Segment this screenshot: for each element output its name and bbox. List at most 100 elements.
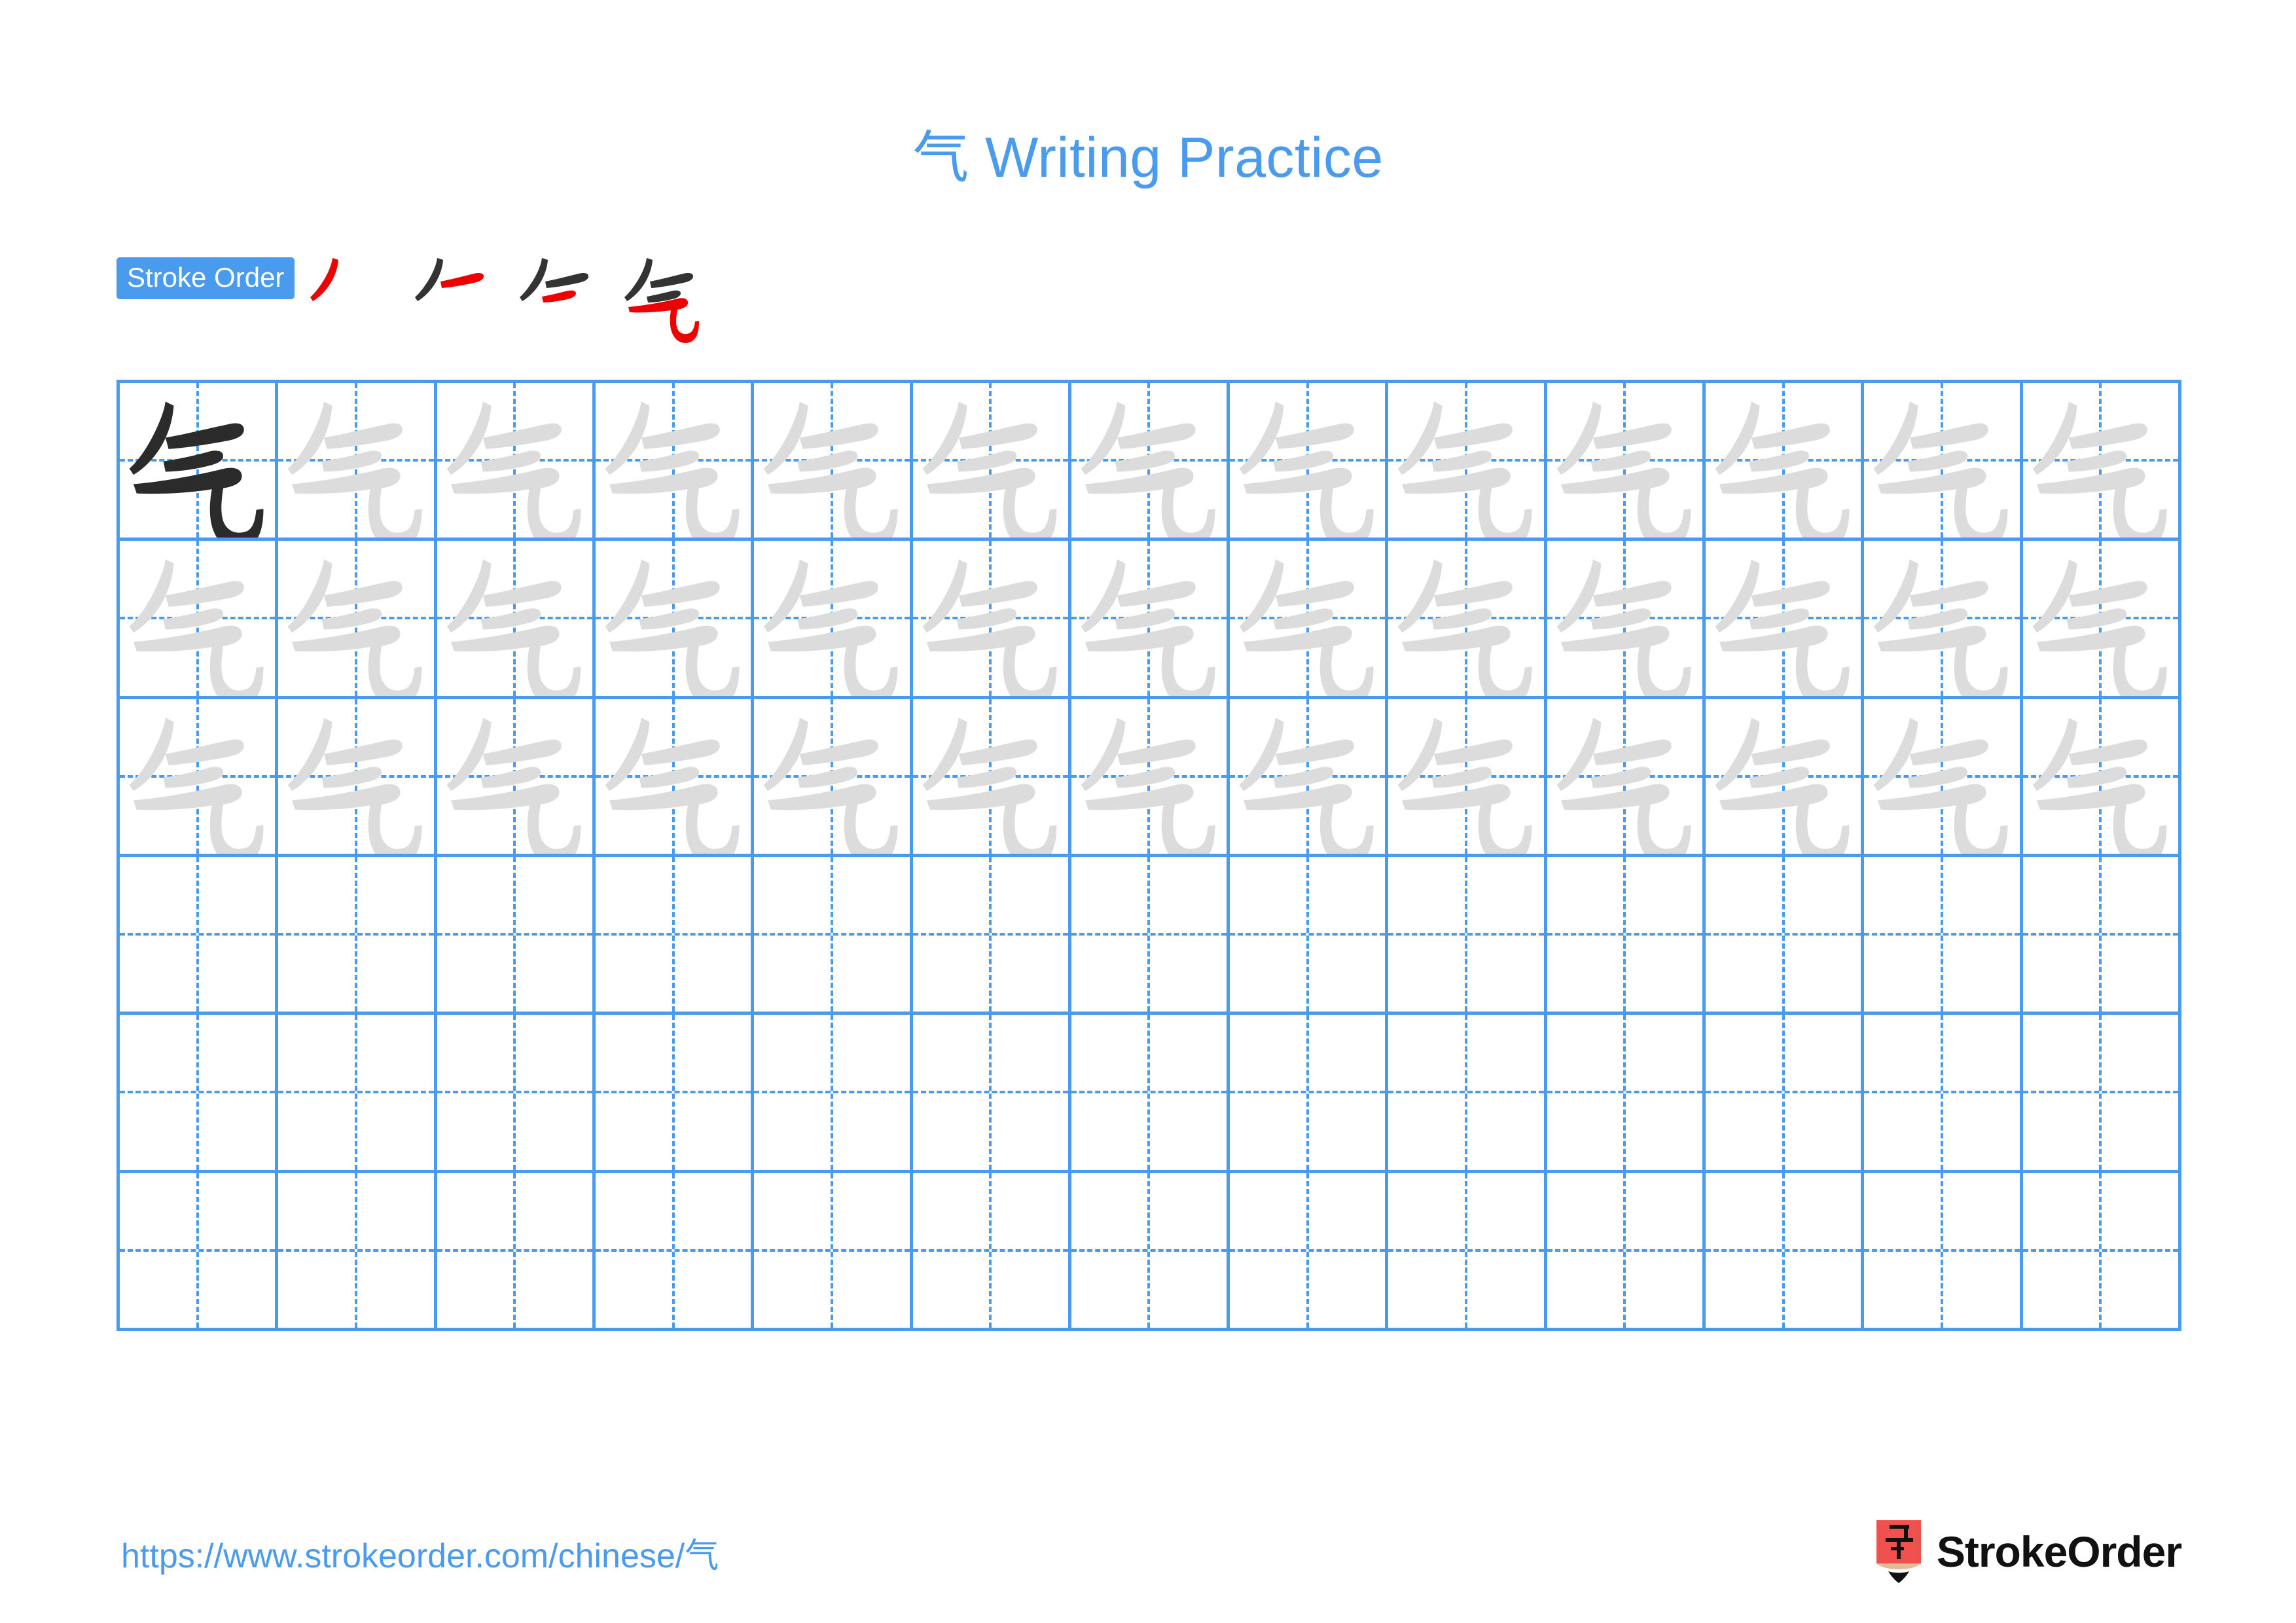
practice-cell[interactable] <box>1706 699 1865 857</box>
stroke-step-1 <box>301 251 399 349</box>
practice-cell[interactable] <box>595 856 755 1015</box>
brand-logo: StrokeOrder <box>1875 1519 2182 1584</box>
practice-cell[interactable] <box>1230 699 1389 857</box>
practice-cell[interactable] <box>2022 383 2181 541</box>
practice-cell[interactable] <box>1230 541 1389 699</box>
practice-cell[interactable] <box>1864 383 2023 541</box>
practice-cell[interactable] <box>1547 699 1706 857</box>
stroke-order-badge: Stroke Order <box>117 257 295 299</box>
trace-character <box>1547 541 1702 696</box>
practice-cell[interactable] <box>1706 1173 1865 1331</box>
trace-character <box>1388 383 1543 538</box>
practice-cell[interactable] <box>912 541 1071 699</box>
practice-cell[interactable] <box>1864 856 2023 1015</box>
trace-character <box>1071 383 1227 538</box>
practice-cell[interactable] <box>912 699 1071 857</box>
practice-cell[interactable] <box>278 856 437 1015</box>
practice-cell[interactable] <box>278 1173 437 1331</box>
practice-cell[interactable] <box>1388 856 1547 1015</box>
practice-cell[interactable] <box>1071 1173 1230 1331</box>
practice-cell[interactable] <box>754 856 913 1015</box>
practice-cell[interactable] <box>1547 383 1706 541</box>
practice-cell[interactable] <box>1706 541 1865 699</box>
practice-cell[interactable] <box>595 1015 755 1173</box>
practice-cell[interactable] <box>120 541 279 699</box>
practice-cell[interactable] <box>437 383 596 541</box>
trace-character <box>437 383 592 538</box>
practice-cell[interactable] <box>120 1173 279 1331</box>
practice-cell[interactable] <box>1864 1015 2023 1173</box>
practice-cell[interactable] <box>2022 1015 2181 1173</box>
practice-cell[interactable] <box>2022 699 2181 857</box>
practice-cell[interactable] <box>912 856 1071 1015</box>
practice-cell[interactable] <box>1388 541 1547 699</box>
practice-cell[interactable] <box>754 541 913 699</box>
practice-cell[interactable] <box>754 1015 913 1173</box>
practice-cell[interactable] <box>912 1015 1071 1173</box>
practice-cell[interactable] <box>595 1173 755 1331</box>
pencil-logo-icon <box>1875 1520 1922 1583</box>
trace-character <box>1864 699 2019 854</box>
practice-cell[interactable] <box>1864 699 2023 857</box>
practice-cell[interactable] <box>2022 1173 2181 1331</box>
practice-cell[interactable] <box>754 1173 913 1331</box>
stroke-step-2 <box>406 251 504 349</box>
practice-cell[interactable] <box>912 1173 1071 1331</box>
practice-cell[interactable] <box>1071 541 1230 699</box>
practice-cell[interactable] <box>1230 856 1389 1015</box>
page-title: 气 Writing Practice <box>912 126 1384 189</box>
trace-character <box>278 541 433 696</box>
practice-cell[interactable] <box>1071 383 1230 541</box>
practice-cell[interactable] <box>595 699 755 857</box>
practice-cell[interactable] <box>278 1015 437 1173</box>
practice-cell[interactable] <box>1864 1173 2023 1331</box>
trace-character <box>2023 541 2178 696</box>
practice-cell[interactable] <box>1388 383 1547 541</box>
practice-cell[interactable] <box>1547 856 1706 1015</box>
practice-cell[interactable] <box>437 699 596 857</box>
practice-cell[interactable] <box>595 383 755 541</box>
practice-cell[interactable] <box>1388 1015 1547 1173</box>
trace-character <box>1864 383 2019 538</box>
practice-cell[interactable] <box>1230 1015 1389 1173</box>
practice-cell[interactable] <box>120 383 279 541</box>
practice-cell[interactable] <box>1230 383 1389 541</box>
brand-name: StrokeOrder <box>1936 1527 2182 1576</box>
practice-cell[interactable] <box>1706 1015 1865 1173</box>
practice-cell[interactable] <box>754 383 913 541</box>
stroke-step-3 <box>511 251 609 349</box>
trace-character <box>596 383 751 538</box>
trace-character <box>1230 541 1385 696</box>
practice-cell[interactable] <box>278 541 437 699</box>
practice-cell[interactable] <box>120 856 279 1015</box>
practice-cell[interactable] <box>437 856 596 1015</box>
practice-cell[interactable] <box>1547 1015 1706 1173</box>
practice-cell[interactable] <box>1071 856 1230 1015</box>
practice-cell[interactable] <box>1388 1173 1547 1331</box>
trace-character <box>1547 383 1702 538</box>
practice-cell[interactable] <box>120 1015 279 1173</box>
practice-cell[interactable] <box>278 383 437 541</box>
practice-cell[interactable] <box>437 1173 596 1331</box>
trace-character <box>1071 541 1227 696</box>
practice-cell[interactable] <box>2022 541 2181 699</box>
practice-cell[interactable] <box>912 383 1071 541</box>
practice-cell[interactable] <box>120 699 279 857</box>
practice-cell[interactable] <box>595 541 755 699</box>
practice-cell[interactable] <box>1388 699 1547 857</box>
practice-cell[interactable] <box>1547 541 1706 699</box>
practice-cell[interactable] <box>1071 699 1230 857</box>
practice-cell[interactable] <box>437 541 596 699</box>
practice-cell[interactable] <box>1230 1173 1389 1331</box>
practice-cell[interactable] <box>1547 1173 1706 1331</box>
practice-cell[interactable] <box>2022 856 2181 1015</box>
practice-cell[interactable] <box>1071 1015 1230 1173</box>
practice-cell[interactable] <box>437 1015 596 1173</box>
trace-character <box>1706 699 1861 854</box>
practice-cell[interactable] <box>1864 541 2023 699</box>
practice-cell[interactable] <box>754 699 913 857</box>
source-url-link[interactable]: https://www.strokeorder.com/chinese/气 <box>121 1528 719 1577</box>
practice-cell[interactable] <box>1706 856 1865 1015</box>
practice-cell[interactable] <box>1706 383 1865 541</box>
practice-cell[interactable] <box>278 699 437 857</box>
